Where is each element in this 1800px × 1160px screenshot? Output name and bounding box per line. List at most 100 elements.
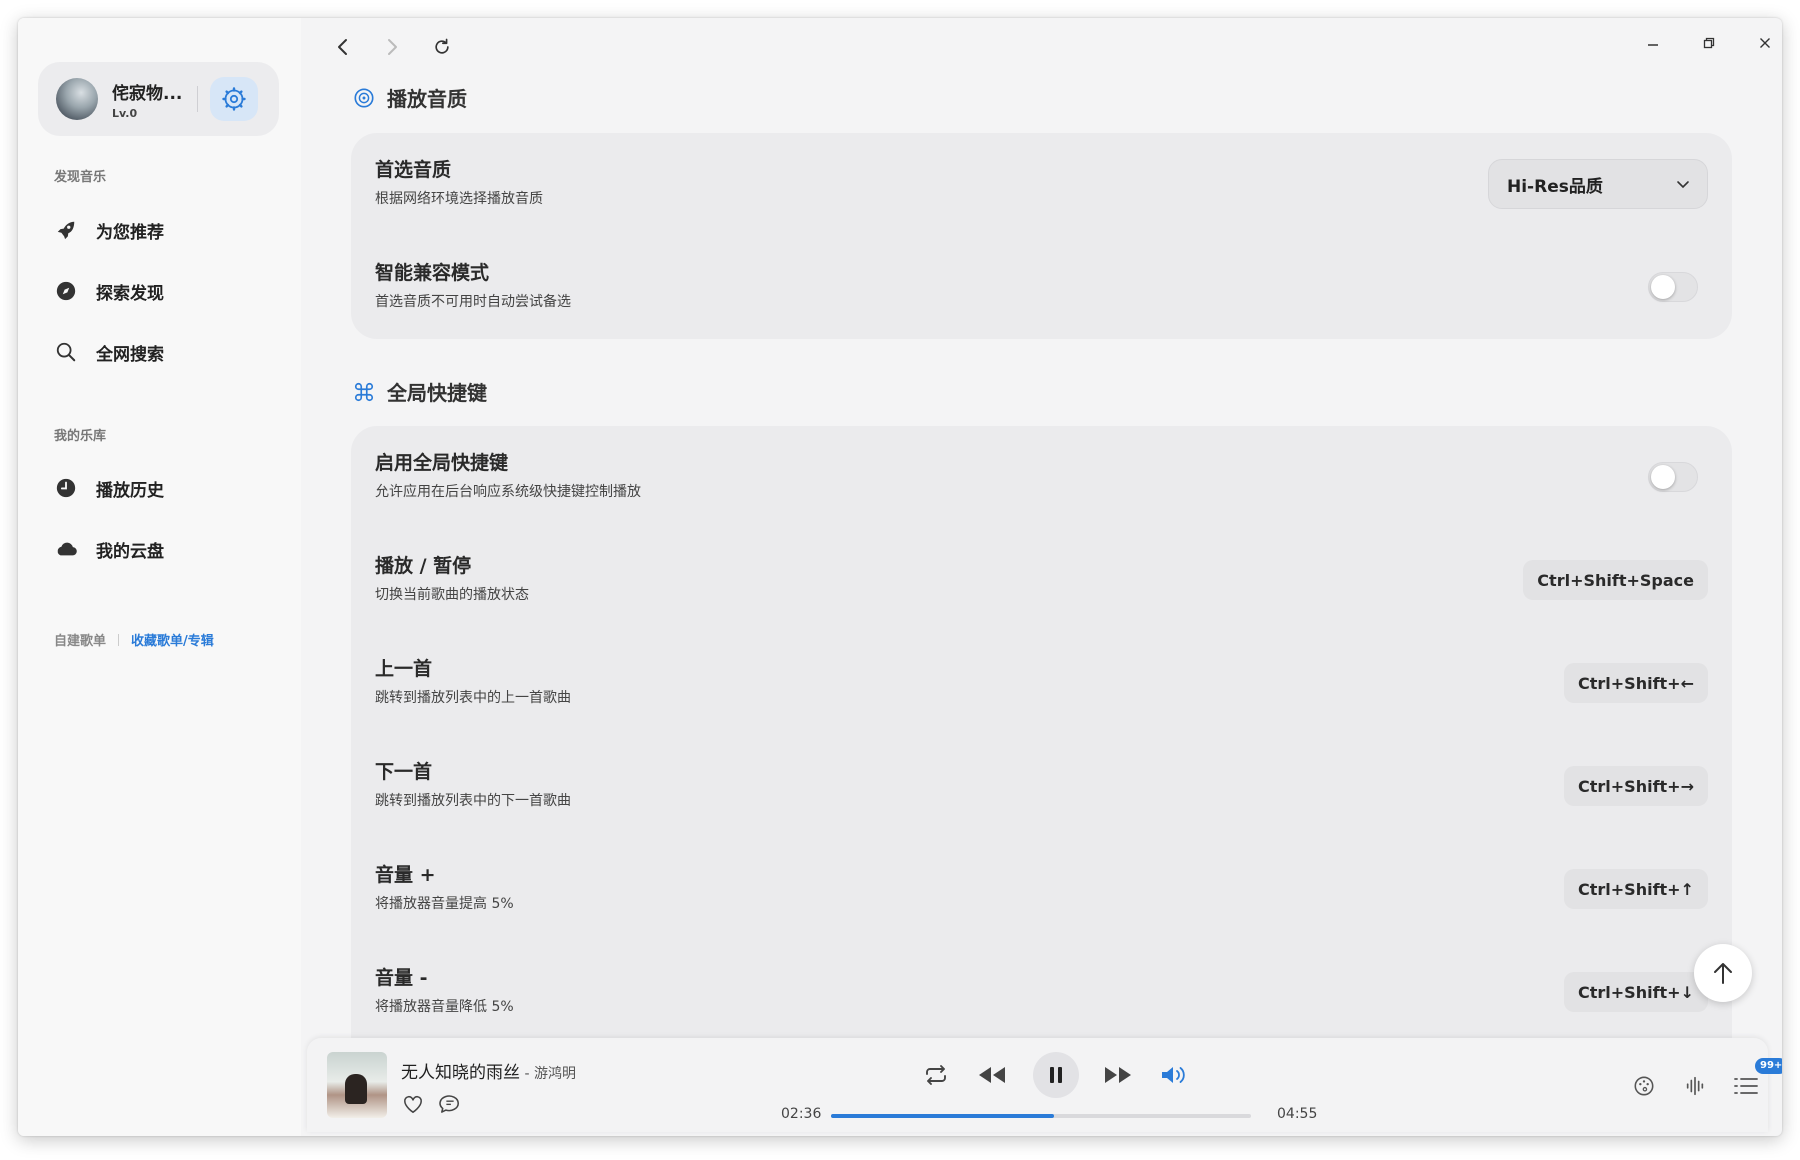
- setting-desc: 跳转到播放列表中的下一首歌曲: [375, 793, 571, 809]
- setting-title: 上一首: [375, 658, 433, 680]
- hotkey-keycap[interactable]: Ctrl+Shift+←: [1564, 663, 1708, 703]
- playlist-tabs: 自建歌单 收藏歌单/专辑: [54, 630, 214, 649]
- repeat-button[interactable]: [921, 1060, 951, 1090]
- back-button[interactable]: [330, 34, 356, 60]
- setting-desc: 首选音质不可用时自动尝试备选: [375, 294, 571, 310]
- nav-item-search[interactable]: 全网搜索: [54, 332, 274, 372]
- command-key-icon: [354, 382, 374, 401]
- user-level: Lv.0: [112, 106, 138, 120]
- progress-slider[interactable]: [831, 1114, 1251, 1118]
- setting-desc: 切换当前歌曲的播放状态: [375, 587, 529, 603]
- setting-title: 智能兼容模式: [375, 262, 490, 284]
- fast-forward-icon: [1105, 1067, 1131, 1083]
- restore-icon: [1703, 37, 1715, 49]
- tab-favorite-playlists[interactable]: 收藏歌单/专辑: [131, 630, 214, 649]
- clock-icon: [54, 476, 78, 500]
- nav-item-explore[interactable]: 探索发现: [54, 271, 274, 311]
- queue-count-badge: 99+: [1755, 1058, 1782, 1074]
- sound-effects-button[interactable]: [1630, 1072, 1658, 1100]
- comment-icon: [439, 1095, 459, 1113]
- hotkey-keycap[interactable]: Ctrl+Shift+Space: [1523, 560, 1708, 600]
- playlist-queue-button[interactable]: [1731, 1072, 1761, 1100]
- now-playing[interactable]: 无人知晓的雨丝 - 游鸿明: [401, 1058, 576, 1083]
- chevron-down-icon: [1677, 181, 1689, 189]
- quality-panel: 首选音质 根据网络环境选择播放音质 Hi-Res品质 智能兼容模式 首选音质不可…: [351, 133, 1732, 339]
- app-window: 侘寂物... Lv.0 发现音乐 为您推荐 探索发现 全网搜索 我的乐库 播放历…: [18, 18, 1782, 1136]
- search-icon: [54, 340, 78, 364]
- minimize-button[interactable]: [1638, 30, 1668, 56]
- hotkey-keycap[interactable]: Ctrl+Shift+↑: [1564, 869, 1708, 909]
- section-title-text: 全局快捷键: [387, 381, 487, 405]
- hotkey-row-play-pause: 播放 / 暂停 切换当前歌曲的播放状态 Ctrl+Shift+Space: [375, 529, 1708, 632]
- hotkey-row-volume-down: 音量 - 将播放器音量降低 5% Ctrl+Shift+↓: [375, 941, 1708, 1044]
- waveform-button[interactable]: [1681, 1072, 1709, 1100]
- close-icon: [1760, 38, 1770, 48]
- smart-mode-toggle[interactable]: [1648, 272, 1698, 302]
- refresh-button[interactable]: [429, 34, 455, 60]
- setting-title: 音量 -: [375, 967, 428, 989]
- avatar[interactable]: [56, 78, 98, 120]
- palette-icon: [1634, 1076, 1654, 1096]
- hotkey-panel: 启用全局快捷键 允许应用在后台响应系统级快捷键控制播放 播放 / 暂停 切换当前…: [351, 426, 1732, 1044]
- hotkey-keycap[interactable]: Ctrl+Shift+↓: [1564, 972, 1708, 1012]
- pause-button[interactable]: [1033, 1052, 1079, 1098]
- setting-title: 播放 / 暂停: [375, 555, 472, 577]
- setting-title: 首选音质: [375, 159, 452, 181]
- album-cover[interactable]: [327, 1052, 387, 1118]
- restore-button[interactable]: [1694, 30, 1724, 56]
- setting-title: 启用全局快捷键: [375, 452, 509, 474]
- nav-item-recommend[interactable]: 为您推荐: [54, 210, 274, 250]
- user-name: 侘寂物...: [112, 83, 183, 104]
- settings-button[interactable]: [210, 77, 258, 121]
- section-title-hotkeys: 全局快捷键: [353, 377, 487, 406]
- setting-desc: 允许应用在后台响应系统级快捷键控制播放: [375, 484, 641, 500]
- section-title-quality: 播放音质: [353, 83, 467, 112]
- hotkey-row-previous: 上一首 跳转到播放列表中的上一首歌曲 Ctrl+Shift+←: [375, 632, 1708, 735]
- forward-button[interactable]: [379, 34, 405, 60]
- progress-fill: [831, 1114, 1054, 1118]
- nav-label: 我的云盘: [96, 541, 164, 562]
- nav-label: 播放历史: [96, 480, 164, 501]
- setting-desc: 将播放器音量降低 5%: [375, 999, 514, 1015]
- tab-own-playlists[interactable]: 自建歌单: [54, 630, 106, 649]
- waveform-icon: [1686, 1076, 1704, 1096]
- rocket-icon: [54, 218, 78, 242]
- pause-icon: [1050, 1067, 1062, 1083]
- total-time: 04:55: [1277, 1106, 1318, 1122]
- setting-desc: 将播放器音量提高 5%: [375, 896, 514, 912]
- setting-title: 音量 +: [375, 864, 436, 886]
- quality-select-value: Hi-Res品质: [1507, 176, 1603, 197]
- setting-desc: 根据网络环境选择播放音质: [375, 191, 543, 207]
- setting-row-preferred-quality: 首选音质 根据网络环境选择播放音质 Hi-Res品质: [375, 133, 1708, 236]
- nav-item-history[interactable]: 播放历史: [54, 468, 274, 508]
- like-button[interactable]: [401, 1092, 425, 1116]
- nav-item-cloud[interactable]: 我的云盘: [54, 529, 274, 569]
- settings-content[interactable]: 播放音质 首选音质 根据网络环境选择播放音质 Hi-Res品质 智能兼容模式 首…: [301, 74, 1782, 1044]
- nav-label: 探索发现: [96, 283, 164, 304]
- hotkey-row-volume-up: 音量 + 将播放器音量提高 5% Ctrl+Shift+↑: [375, 838, 1708, 941]
- rewind-icon: [979, 1067, 1005, 1083]
- close-button[interactable]: [1750, 30, 1780, 56]
- scroll-to-top-button[interactable]: [1694, 944, 1752, 1002]
- toggle-knob: [1651, 465, 1675, 489]
- section-title-text: 播放音质: [387, 87, 467, 111]
- hotkey-keycap[interactable]: Ctrl+Shift+→: [1564, 766, 1708, 806]
- setting-row-enable-hotkeys: 启用全局快捷键 允许应用在后台响应系统级快捷键控制播放: [375, 426, 1708, 529]
- setting-title: 下一首: [375, 761, 433, 783]
- volume-button[interactable]: [1157, 1060, 1191, 1090]
- tab-divider: [118, 633, 120, 646]
- comment-button[interactable]: [438, 1091, 462, 1115]
- hotkeys-toggle[interactable]: [1648, 462, 1698, 492]
- volume-icon: [1162, 1067, 1185, 1083]
- previous-button[interactable]: [975, 1060, 1009, 1090]
- section-label-discover: 发现音乐: [54, 170, 107, 185]
- chevron-left-icon: [338, 39, 347, 55]
- setting-row-smart-mode: 智能兼容模式 首选音质不可用时自动尝试备选: [375, 236, 1708, 339]
- next-button[interactable]: [1101, 1060, 1135, 1090]
- minimize-icon: [1648, 44, 1658, 46]
- toggle-knob: [1651, 275, 1675, 299]
- nav-label: 全网搜索: [96, 344, 164, 365]
- compass-icon: [54, 279, 78, 303]
- quality-select[interactable]: Hi-Res品质: [1488, 159, 1708, 209]
- user-card[interactable]: 侘寂物... Lv.0: [38, 62, 279, 136]
